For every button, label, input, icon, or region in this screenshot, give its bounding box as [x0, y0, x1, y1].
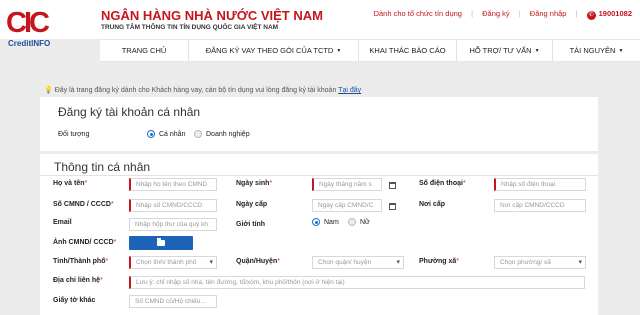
folder-icon	[157, 238, 165, 246]
nav-item-home[interactable]: TRANG CHỦ	[100, 40, 188, 62]
notice-banner: 💡 Đây là trang đăng ký dành cho Khách hàn…	[44, 86, 361, 94]
issue-date-field[interactable]: Ngày cấp CMND/C	[312, 199, 382, 212]
ward-select[interactable]: Chọn phường/ xã	[494, 256, 586, 269]
radio-business[interactable]: Doanh nghiệp	[194, 130, 250, 138]
nav-item-support[interactable]: HỖ TRỢ/ TƯ VẤN ▼	[456, 40, 552, 62]
radio-male[interactable]: Nam	[312, 218, 339, 226]
address-label: Địa chỉ liên hệ*	[53, 277, 103, 284]
bank-subtitle: TRUNG TÂM THÔNG TIN TÍN DỤNG QUỐC GIA VI…	[101, 24, 279, 31]
main-nav: TRANG CHỦ ĐĂNG KÝ VAY THEO GÓI CỦA TCTD ▼…	[100, 39, 640, 62]
top-links: Dành cho tổ chức tín dụng | Đăng ký | Đă…	[374, 9, 632, 20]
nav-item-loan-register[interactable]: ĐĂNG KÝ VAY THEO GÓI CỦA TCTD ▼	[188, 40, 358, 62]
radio-dot	[147, 130, 155, 138]
calendar-icon[interactable]	[389, 182, 396, 189]
other-docs-label: Giấy tờ khác	[53, 297, 96, 304]
separator: |	[518, 9, 521, 18]
other-docs-field[interactable]: Số CMND cũ/Hộ chiếu...	[129, 295, 217, 308]
bank-title: NGÂN HÀNG NHÀ NƯỚC VIỆT NAM	[101, 8, 323, 23]
separator: |	[575, 9, 578, 18]
section-title: Thông tin cá nhân	[54, 160, 151, 174]
province-label: Tỉnh/Thành phố*	[53, 258, 109, 265]
radio-dot	[348, 218, 356, 226]
upload-id-photo-button[interactable]	[129, 236, 193, 250]
institutions-link[interactable]: Dành cho tổ chức tín dụng	[374, 9, 462, 18]
cic-logo[interactable]: CIC CreditINFO	[6, 8, 64, 54]
caret-down-icon: ▼	[534, 48, 540, 54]
subject-label: Đối tượng	[58, 131, 90, 138]
phone-field[interactable]: Nhập số điện thoại	[494, 178, 586, 191]
caret-down-icon: ▼	[336, 48, 342, 54]
radio-dot	[312, 218, 320, 226]
nav-item-label: HỖ TRỢ/ TƯ VẤN	[469, 46, 532, 55]
calendar-icon[interactable]	[389, 203, 396, 210]
dob-field[interactable]: Ngày tháng năm s	[312, 178, 382, 191]
issue-date-label: Ngày cấp	[236, 201, 268, 208]
nav-item-label: ĐĂNG KÝ VAY THEO GÓI CỦA TCTD	[205, 46, 334, 55]
id-number-label: Số CMND / CCCD*	[53, 201, 114, 208]
id-photo-label: Ảnh CMND/ CCCD*	[53, 239, 117, 246]
nav-item-label: KHAI THÁC BÁO CÁO	[369, 46, 446, 55]
notice-text: Đây là trang đăng ký dành cho Khách hàng…	[54, 87, 337, 94]
address-field[interactable]: Lưu ý: chỉ nhập số nhà, tên đường, tổ/xó…	[129, 276, 585, 289]
email-label: Email	[53, 219, 72, 226]
dob-label: Ngày sinh*	[236, 180, 273, 187]
nav-item-label: TÀI NGUYÊN	[569, 46, 616, 55]
radio-label: Nam	[324, 218, 339, 226]
radio-female[interactable]: Nữ	[348, 218, 370, 226]
notice-link[interactable]: Tại đây	[338, 87, 361, 94]
district-select[interactable]: Chọn quận/ huyện	[312, 256, 404, 269]
radio-label: Doanh nghiệp	[206, 130, 250, 138]
divider	[40, 175, 598, 176]
nav-item-resources[interactable]: TÀI NGUYÊN ▼	[552, 40, 640, 62]
nav-item-reports[interactable]: KHAI THÁC BÁO CÁO	[358, 40, 456, 62]
email-field[interactable]: Nhập hộp thư của quý kh	[129, 218, 217, 231]
site-header: CIC CreditINFO NGÂN HÀNG NHÀ NƯỚC VIỆT N…	[0, 0, 640, 48]
radio-label: Nữ	[360, 218, 370, 226]
section-title: Đăng ký tài khoản cá nhân	[58, 105, 201, 119]
phone-label: Số điện thoại*	[419, 180, 466, 187]
phone-icon: ✆	[586, 11, 596, 20]
issue-place-label: Nơi cấp	[419, 201, 445, 208]
account-type-card: Đăng ký tài khoản cá nhân Đối tượng Cá n…	[40, 97, 598, 151]
id-number-field[interactable]: Nhập số CMND/CCCD	[129, 199, 217, 212]
radio-dot	[194, 130, 202, 138]
province-select[interactable]: Chọn tỉnh/ thành phố	[129, 256, 217, 269]
gender-label: Giới tính	[236, 221, 266, 228]
logo-mark: CIC	[6, 7, 50, 39]
separator: |	[471, 9, 474, 18]
issue-place-field[interactable]: Nơi cấp CMND/CCCD	[494, 199, 586, 212]
full-name-label: Họ và tên*	[53, 180, 88, 187]
register-link[interactable]: Đăng ký	[482, 9, 510, 18]
radio-label: Cá nhân	[159, 130, 186, 138]
caret-down-icon: ▼	[618, 48, 624, 54]
lightbulb-icon: 💡	[44, 87, 53, 94]
ward-label: Phường xã*	[419, 258, 460, 265]
logo-subtext: CreditINFO	[8, 39, 51, 48]
login-link[interactable]: Đăng nhập	[530, 9, 567, 18]
district-label: Quận/Huyện*	[236, 258, 280, 265]
hotline-link[interactable]: 19001082	[599, 9, 632, 18]
nav-item-label: TRANG CHỦ	[121, 46, 167, 55]
full-name-field[interactable]: Nhập họ tên theo CMND	[129, 178, 217, 191]
radio-individual[interactable]: Cá nhân	[147, 130, 185, 138]
